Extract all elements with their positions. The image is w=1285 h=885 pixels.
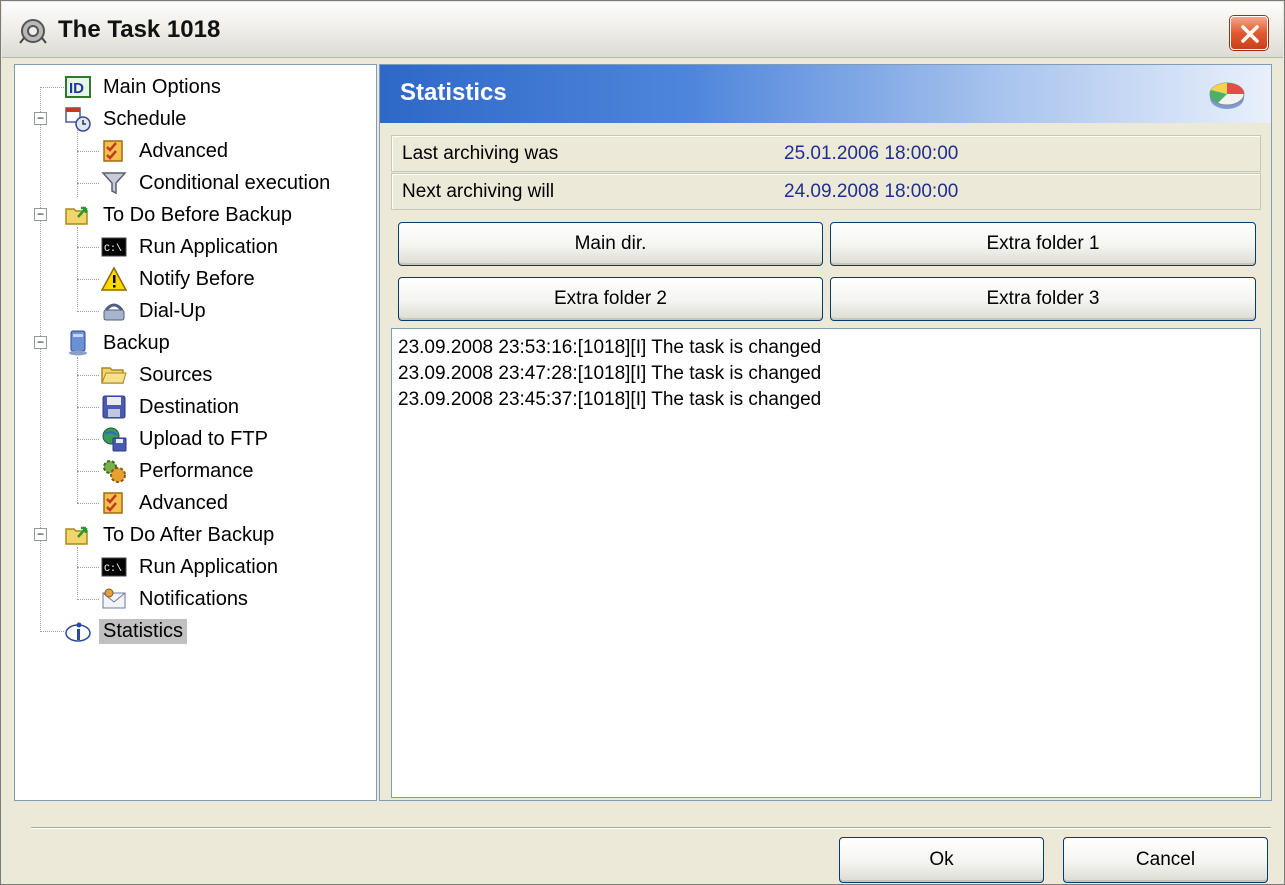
envelope-icon bbox=[101, 586, 127, 612]
extra-folder-3-button[interactable]: Extra folder 3 bbox=[830, 277, 1256, 321]
panel-title: Statistics bbox=[400, 79, 507, 106]
after-backup-expander[interactable]: − bbox=[34, 528, 47, 541]
globe-floppy-icon bbox=[101, 426, 127, 452]
extra-folder-2-button[interactable]: Extra folder 2 bbox=[398, 277, 823, 321]
tree-item-label: To Do Before Backup bbox=[103, 203, 292, 226]
task-gear-icon bbox=[19, 19, 47, 44]
last-archiving-row: Last archiving was 25.01.2006 18:00:00 bbox=[391, 135, 1261, 172]
calendar-clock-icon bbox=[65, 106, 91, 132]
next-archiving-label: Next archiving will bbox=[402, 181, 555, 202]
warning-icon bbox=[101, 266, 127, 292]
tree-item-main-options[interactable]: ID Main Options bbox=[65, 72, 225, 102]
tree-item-schedule[interactable]: Schedule bbox=[65, 104, 190, 134]
info-icon bbox=[65, 618, 91, 644]
log-box[interactable]: 23.09.2008 23:53:16:[1018][I] The task i… bbox=[391, 328, 1261, 798]
tree-item-label: Backup bbox=[103, 331, 170, 354]
folder-arrow-icon bbox=[65, 522, 91, 548]
window-title: The Task 1018 bbox=[58, 16, 221, 43]
id-icon: ID bbox=[65, 74, 91, 100]
title-bar[interactable]: The Task 1018 bbox=[2, 2, 1283, 58]
tree-item-label: Performance bbox=[139, 459, 254, 482]
console-icon: C:\ bbox=[101, 554, 127, 580]
svg-text:C:\: C:\ bbox=[104, 563, 122, 575]
footer-divider bbox=[31, 827, 1271, 829]
next-archiving-row: Next archiving will 24.09.2008 18:00:00 bbox=[391, 173, 1261, 210]
tree-item-label: Run Application bbox=[139, 235, 278, 258]
panel-header: Statistics bbox=[380, 65, 1271, 123]
extra-folder-1-button[interactable]: Extra folder 1 bbox=[830, 222, 1256, 266]
tree-item-after-run-application[interactable]: C:\ Run Application bbox=[101, 552, 282, 582]
tree-item-dial-up[interactable]: Dial-Up bbox=[101, 296, 210, 326]
tree-item-backup[interactable]: Backup bbox=[65, 328, 174, 358]
console-icon: C:\ bbox=[101, 234, 127, 260]
tree-item-notify-before[interactable]: Notify Before bbox=[101, 264, 259, 294]
log-line: 23.09.2008 23:45:37:[1018][I] The task i… bbox=[398, 389, 822, 410]
floppy-icon bbox=[101, 394, 127, 420]
funnel-icon bbox=[101, 170, 127, 196]
next-archiving-value: 24.09.2008 18:00:00 bbox=[784, 181, 959, 202]
tree-item-label: Statistics bbox=[99, 618, 188, 644]
tree-item-destination[interactable]: Destination bbox=[101, 392, 243, 422]
folder-arrow-icon bbox=[65, 202, 91, 228]
tree-item-label: To Do After Backup bbox=[103, 523, 275, 546]
tree-item-before-backup[interactable]: To Do Before Backup bbox=[65, 200, 296, 230]
statistics-panel: Statistics Last archiving was 25.01.2006… bbox=[379, 64, 1272, 801]
ok-button[interactable]: Ok bbox=[839, 837, 1044, 883]
tree-item-label: Advanced bbox=[139, 139, 228, 162]
tree-item-label: Main Options bbox=[103, 75, 221, 98]
tree-item-label: Sources bbox=[139, 363, 213, 386]
checklist-icon bbox=[101, 490, 127, 516]
tree-item-label: Advanced bbox=[139, 491, 228, 514]
tree-item-label: Dial-Up bbox=[139, 299, 206, 322]
svg-text:C:\: C:\ bbox=[104, 243, 122, 255]
close-icon bbox=[1241, 25, 1259, 43]
tree-item-schedule-advanced[interactable]: Advanced bbox=[101, 136, 232, 166]
tree-item-label: Schedule bbox=[103, 107, 187, 130]
log-line: 23.09.2008 23:53:16:[1018][I] The task i… bbox=[398, 337, 822, 358]
tree-item-backup-advanced[interactable]: Advanced bbox=[101, 488, 232, 518]
tree-item-label: Destination bbox=[139, 395, 240, 418]
checklist-icon bbox=[101, 138, 127, 164]
close-button[interactable] bbox=[1230, 16, 1268, 50]
tree-item-label: Upload to FTP bbox=[139, 427, 268, 450]
tree-item-label: Notifications bbox=[139, 587, 248, 610]
tree-item-performance[interactable]: Performance bbox=[101, 456, 258, 486]
task-dialog: The Task 1018 − − − − ID Main Options Sc… bbox=[0, 0, 1285, 885]
folder-icon bbox=[101, 362, 127, 388]
log-line: 23.09.2008 23:47:28:[1018][I] The task i… bbox=[398, 363, 822, 384]
tree-item-sources[interactable]: Sources bbox=[101, 360, 216, 390]
tree-item-label: Run Application bbox=[139, 555, 278, 578]
before-backup-expander[interactable]: − bbox=[34, 208, 47, 221]
last-archiving-label: Last archiving was bbox=[402, 143, 559, 164]
tree-item-label: Conditional execution bbox=[139, 171, 331, 194]
tree-item-upload-ftp[interactable]: Upload to FTP bbox=[101, 424, 272, 454]
tree-item-after-backup[interactable]: To Do After Backup bbox=[65, 520, 278, 550]
options-tree[interactable]: − − − − ID Main Options Schedule Advance… bbox=[14, 64, 377, 801]
tree-item-notifications[interactable]: Notifications bbox=[101, 584, 252, 614]
tree-item-before-run-application[interactable]: C:\ Run Application bbox=[101, 232, 282, 262]
schedule-expander[interactable]: − bbox=[34, 112, 47, 125]
tree-item-label: Notify Before bbox=[139, 267, 255, 290]
tree-item-statistics[interactable]: Statistics bbox=[65, 616, 188, 646]
main-dir-button[interactable]: Main dir. bbox=[398, 222, 823, 266]
tree-item-conditional-execution[interactable]: Conditional execution bbox=[101, 168, 334, 198]
pie-chart-icon bbox=[1209, 82, 1245, 109]
gears-icon bbox=[101, 458, 127, 484]
computer-icon bbox=[65, 330, 91, 356]
svg-text:ID: ID bbox=[69, 80, 84, 97]
last-archiving-value: 25.01.2006 18:00:00 bbox=[784, 143, 959, 164]
cancel-button[interactable]: Cancel bbox=[1063, 837, 1268, 883]
dialup-icon bbox=[101, 298, 127, 324]
backup-expander[interactable]: − bbox=[34, 336, 47, 349]
